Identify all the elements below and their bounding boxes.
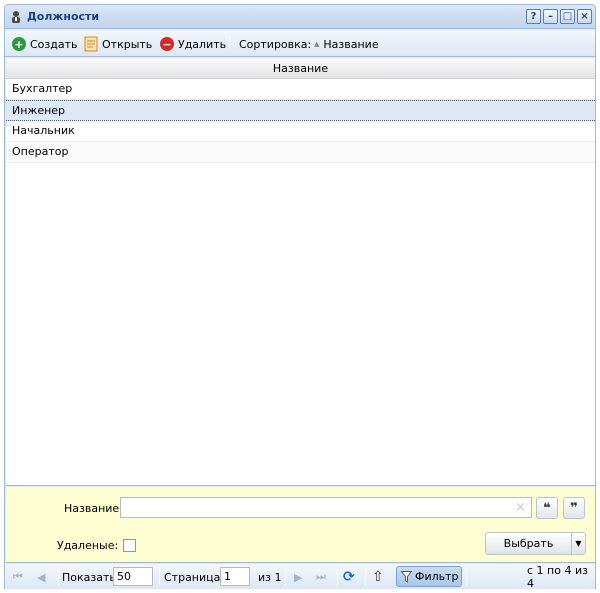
pager-separator xyxy=(58,569,59,585)
table-row[interactable]: Бухгалтер xyxy=(6,79,595,100)
page-size-input[interactable] xyxy=(113,567,153,586)
filter-panel: Название: × ❝ ❞ Удаленые: Выбрать ▼ xyxy=(6,487,595,563)
chevron-down-icon[interactable]: ▼ xyxy=(571,533,585,554)
funnel-icon xyxy=(401,570,412,583)
deleted-filter-label: Удаленые: xyxy=(57,539,119,552)
export-icon[interactable]: ⇧ xyxy=(372,569,384,585)
pager-separator xyxy=(159,569,160,585)
select-button[interactable]: Выбрать ▼ xyxy=(485,532,586,555)
person-icon xyxy=(12,11,20,23)
minimize-button[interactable]: – xyxy=(543,9,558,24)
create-label: Создать xyxy=(30,37,78,51)
open-button[interactable]: Открыть xyxy=(84,36,152,52)
column-header-name[interactable]: Название xyxy=(6,58,595,79)
toolbar-separator xyxy=(229,36,230,51)
paging-toolbar: ⏮ ◀ Показать Страница из 1 ▶ ⏭ ⟳ ⇧ Фильт… xyxy=(5,564,595,590)
page-label: Страница xyxy=(164,570,221,584)
page-total-label: из 1 xyxy=(258,570,282,584)
filter-toggle-button[interactable]: Фильтр xyxy=(396,566,462,587)
minus-icon: − xyxy=(160,37,174,51)
refresh-icon[interactable]: ⟳ xyxy=(343,569,355,585)
quote-open-button[interactable]: ❝ xyxy=(536,497,558,519)
pager-separator xyxy=(337,569,338,585)
sort-ascending-icon: ▲ xyxy=(314,40,320,48)
last-page-icon[interactable]: ⏭ xyxy=(316,569,326,585)
positions-window: Должности ? – □ × + Создать Открыть − Уд… xyxy=(4,4,596,590)
window-title: Должности xyxy=(27,10,100,23)
window-tools: ? – □ × xyxy=(526,9,592,24)
window-titlebar[interactable]: Должности ? – □ × xyxy=(5,5,595,29)
select-label[interactable]: Выбрать xyxy=(486,533,571,554)
paging-summary: с 1 по 4 из 4 xyxy=(527,564,588,590)
first-page-icon[interactable]: ⏮ xyxy=(13,569,23,585)
sort-field-label: Название xyxy=(323,37,379,51)
table-row[interactable]: Начальник xyxy=(6,121,595,142)
pager-separator xyxy=(365,569,366,585)
next-page-icon[interactable]: ▶ xyxy=(294,569,302,585)
open-label: Открыть xyxy=(102,37,153,51)
page-number-input[interactable] xyxy=(220,567,250,586)
sort-label-wrap: Сортировка: xyxy=(239,36,311,52)
deleted-checkbox[interactable] xyxy=(123,539,136,552)
pager-separator xyxy=(466,569,467,585)
table-row-selected[interactable]: Инженер xyxy=(6,100,595,121)
positions-grid: Название Бухгалтер Инженер Начальник Опе… xyxy=(6,58,595,486)
filter-label: Фильтр xyxy=(415,570,459,583)
delete-button[interactable]: − Удалить xyxy=(160,36,226,52)
help-button[interactable]: ? xyxy=(526,9,541,24)
clear-icon[interactable]: × xyxy=(515,501,526,514)
name-filter-label: Название: xyxy=(64,502,123,515)
pager-separator xyxy=(285,569,286,585)
close-button[interactable]: × xyxy=(577,9,592,24)
document-icon xyxy=(84,36,98,52)
plus-icon: + xyxy=(12,37,26,51)
main-toolbar: + Создать Открыть − Удалить Сортировка: … xyxy=(5,30,595,57)
delete-label: Удалить xyxy=(178,37,227,51)
name-filter-input[interactable] xyxy=(120,497,532,518)
prev-page-icon[interactable]: ◀ xyxy=(37,569,45,585)
maximize-button[interactable]: □ xyxy=(560,9,575,24)
page-size-label: Показать xyxy=(62,570,116,584)
create-button[interactable]: + Создать xyxy=(12,36,78,52)
quote-close-button[interactable]: ❞ xyxy=(563,497,585,519)
sort-label: Сортировка: xyxy=(239,37,312,51)
sort-by-name-button[interactable]: ▲ Название xyxy=(314,36,379,52)
table-row[interactable]: Оператор xyxy=(6,142,595,163)
